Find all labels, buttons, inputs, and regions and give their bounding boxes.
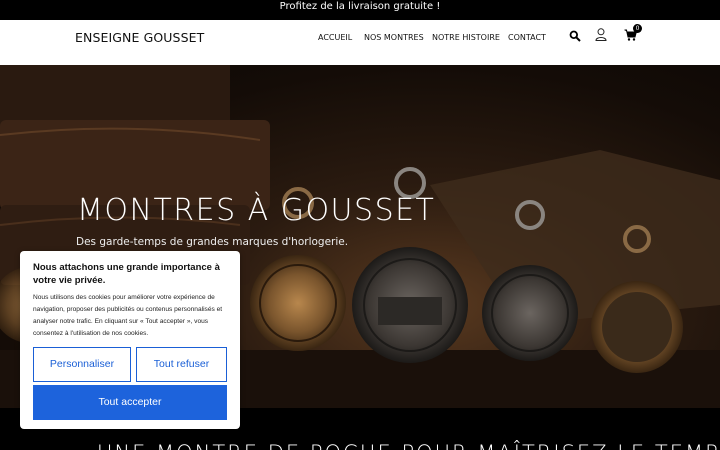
section-title: UNE MONTRE DE POCHE POUR MAÎTRISEZ LE TE… [97,441,720,450]
cookie-consent-dialog: Nous attachons une grande importance à v… [20,251,240,429]
customize-button[interactable]: Personnaliser [33,347,131,382]
accept-all-button[interactable]: Tout accepter [33,385,227,420]
cart-count-badge: 0 [633,24,642,33]
nav-nos-montres[interactable]: NOS MONTRES [364,33,424,42]
cookie-text: Nous utilisons des cookies pour améliore… [33,294,223,337]
nav-notre-histoire[interactable]: NOTRE HISTOIRE [432,33,500,42]
hero-title: MONTRES À GOUSSET [77,193,436,228]
user-icon[interactable] [595,28,607,41]
nav-contact[interactable]: CONTACT [508,33,546,42]
site-header: ENSEIGNE GOUSSET ACCUEIL NOS MONTRES NOT… [0,20,720,65]
brand-logo[interactable]: ENSEIGNE GOUSSET [75,30,204,45]
announcement-text: Profitez de la livraison gratuite ! [279,1,441,12]
hero-subtitle: Des garde-temps de grandes marques d'hor… [76,236,349,248]
refuse-all-button[interactable]: Tout refuser [136,347,227,382]
cookie-title: Nous attachons une grande importance à v… [33,262,220,286]
nav-accueil[interactable]: ACCUEIL [318,33,352,42]
search-icon[interactable] [569,30,581,42]
announcement-bar: Profitez de la livraison gratuite ! [0,0,720,20]
